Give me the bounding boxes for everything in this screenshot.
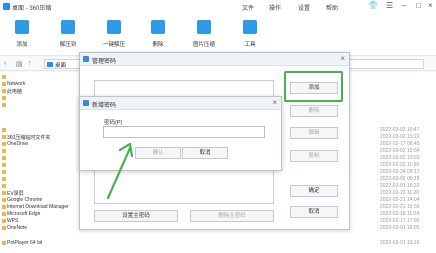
ok-button[interactable]: 确定 (290, 185, 338, 197)
folder-icon (2, 128, 6, 132)
title-bar: 桌面 - 360压缩 文件 操作 设置 帮助 👕 ☰ – □ × (0, 0, 436, 13)
close-icon[interactable]: × (340, 54, 345, 63)
app-shortcut-icon (2, 241, 6, 245)
extract-to-button[interactable]: 解压到 (51, 20, 85, 48)
file-icon (2, 75, 6, 79)
tools-icon (243, 20, 257, 34)
menu-settings[interactable]: 设置 (298, 3, 310, 12)
window-title: 桌面 - 360压缩 (12, 6, 52, 12)
set-master-password-button[interactable]: 设置主密码 (94, 210, 178, 222)
folder-icon (2, 177, 6, 181)
image-compress-icon (197, 20, 211, 34)
app-shortcut-icon (2, 205, 6, 209)
add-icon (15, 20, 29, 34)
image-compress-button[interactable]: 图片压缩 (187, 20, 221, 48)
folder-icon (2, 163, 6, 167)
close-icon[interactable]: × (272, 98, 277, 107)
file-icon (2, 96, 6, 100)
close-icon[interactable]: × (428, 2, 433, 10)
skin-icon[interactable]: 👕 (368, 2, 378, 10)
tools-button[interactable]: 工具 (233, 20, 267, 48)
extract-to-icon (61, 20, 75, 34)
dialog-title-bar: 新增密码 × (80, 97, 281, 110)
app-logo-icon (3, 3, 10, 10)
folder-icon (2, 156, 6, 160)
dialog-cancel-button[interactable]: 取消 (182, 147, 228, 159)
app-shortcut-icon (2, 226, 6, 230)
delete-password-button[interactable]: 删除 (290, 105, 338, 117)
cancel-button[interactable]: 取消 (290, 206, 338, 218)
folder-icon (2, 149, 6, 153)
one-click-extract-button[interactable]: 一键解压 (97, 20, 131, 48)
edit-password-button[interactable]: 编辑 (290, 127, 338, 139)
folder-icon (47, 62, 53, 67)
menu-operate[interactable]: 操作 (269, 3, 281, 12)
folder-icon (2, 142, 6, 146)
folder-icon (2, 170, 6, 174)
up-icon[interactable]: ↑ (28, 60, 32, 67)
network-icon (2, 82, 6, 86)
app-shortcut-icon (2, 212, 6, 216)
file-icon (2, 103, 6, 107)
menu-help[interactable]: 帮助 (326, 3, 338, 12)
dialog-title-bar: 管理密码 × (80, 53, 349, 66)
one-click-extract-icon (107, 20, 121, 34)
menu-file[interactable]: 文件 (242, 3, 254, 12)
app-shortcut-icon (2, 198, 6, 202)
menu-icon[interactable]: ☰ (386, 2, 393, 10)
delete-master-password-button[interactable]: 删除主密码 (190, 210, 274, 222)
annotation-arrow-icon (106, 142, 134, 200)
folder-icon (2, 184, 6, 188)
minimize-icon[interactable]: – (402, 2, 406, 10)
folder-icon (2, 135, 6, 139)
copy-password-button[interactable]: 复制 (290, 150, 338, 162)
highlight-box (284, 71, 343, 102)
list-view-icon[interactable]: ▤ (16, 60, 23, 68)
lock-icon (83, 100, 89, 106)
confirm-button[interactable]: 确认 (135, 147, 181, 159)
lock-icon (83, 56, 89, 62)
maximize-icon[interactable]: □ (416, 2, 421, 10)
app-shortcut-icon (2, 191, 6, 195)
password-label: 密码(P) (104, 120, 123, 126)
computer-icon (2, 89, 6, 93)
toolbar: 添加 解压到 一键解压 删除 图片压缩 工具 (0, 13, 436, 56)
password-input[interactable] (103, 126, 265, 138)
delete-button[interactable]: 删除 (141, 20, 175, 48)
delete-icon (151, 20, 165, 34)
add-button[interactable]: 添加 (5, 20, 39, 48)
app-shortcut-icon (2, 219, 6, 223)
back-icon[interactable]: ‹ (4, 60, 6, 67)
list-item[interactable]: PotPlayer 64 bit 2022-03-01 13:16 (0, 240, 436, 247)
